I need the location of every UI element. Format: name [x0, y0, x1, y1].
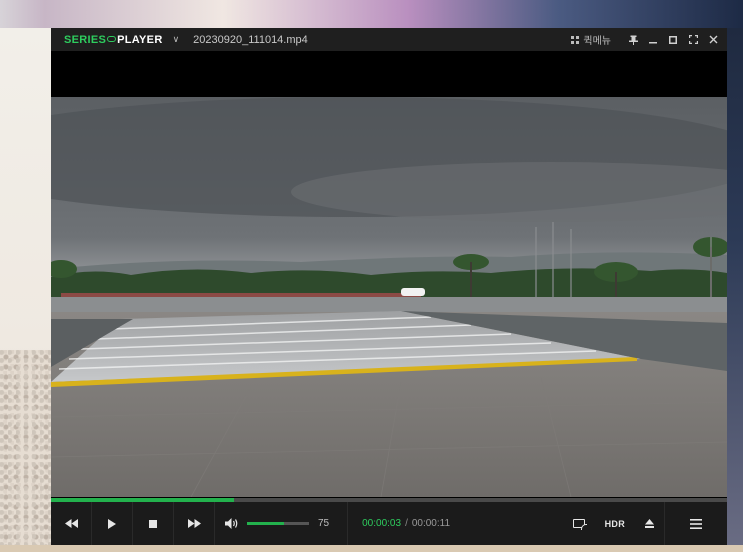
video-scene	[51, 97, 727, 497]
fast-forward-icon	[187, 519, 201, 528]
quick-menu-button[interactable]: 퀵메뉴	[571, 32, 611, 47]
maximize-icon	[669, 35, 677, 44]
total-time: 00:00:11	[411, 518, 451, 529]
play-button[interactable]	[92, 502, 133, 545]
desktop-background-bottom	[0, 545, 743, 552]
desktop-background-right	[727, 28, 743, 552]
menu-button[interactable]	[664, 502, 727, 545]
volume-control: 75	[215, 502, 349, 545]
close-button[interactable]	[703, 28, 723, 51]
minimize-button[interactable]	[643, 28, 663, 51]
grid-icon	[571, 35, 580, 44]
menu-icon	[690, 518, 702, 529]
app-logo[interactable]: SERIES PLAYER	[64, 34, 163, 46]
rewind-button[interactable]	[51, 502, 92, 545]
volume-slider[interactable]	[247, 522, 309, 525]
desktop-background-gravel	[0, 350, 51, 552]
desktop-background-top	[0, 0, 743, 28]
fullscreen-icon	[688, 35, 698, 44]
stop-icon	[149, 519, 157, 528]
maximize-button[interactable]	[663, 28, 683, 51]
rewind-icon	[64, 519, 78, 528]
video-frame[interactable]	[51, 97, 727, 497]
fullscreen-button[interactable]	[683, 28, 703, 51]
logo-link-icon	[107, 35, 117, 42]
cast-button[interactable]	[563, 502, 595, 545]
minimize-icon	[649, 41, 657, 43]
title-bar[interactable]: SERIES PLAYER ∨ 20230920_111014.mp4 퀵메뉴	[51, 28, 727, 51]
eject-icon	[645, 519, 654, 528]
volume-level	[247, 522, 285, 525]
volume-icon[interactable]	[225, 518, 239, 529]
quick-menu-label: 퀵메뉴	[583, 36, 611, 47]
fast-forward-button[interactable]	[174, 502, 215, 545]
chevron-down-icon[interactable]: ∨	[173, 34, 180, 45]
cast-icon	[572, 519, 587, 530]
hdr-button[interactable]: HDR	[595, 502, 635, 545]
play-icon	[108, 518, 116, 529]
stop-button[interactable]	[133, 502, 174, 545]
volume-value: 75	[318, 518, 330, 529]
player-window: SERIESPLAYER ∨ 20230920_111014.mp4 퀵메뉴	[51, 28, 727, 545]
control-bar: 75 00:00:03/00:00:11 HDR	[51, 502, 727, 545]
pin-icon	[628, 35, 638, 45]
time-separator: /	[405, 518, 408, 529]
pin-button[interactable]	[623, 28, 643, 51]
time-display: 00:00:03/00:00:11	[362, 518, 450, 529]
eject-button[interactable]	[635, 502, 664, 545]
current-time: 00:00:03	[362, 518, 402, 529]
file-name: 20230920_111014.mp4	[193, 33, 308, 46]
close-icon	[709, 35, 717, 44]
